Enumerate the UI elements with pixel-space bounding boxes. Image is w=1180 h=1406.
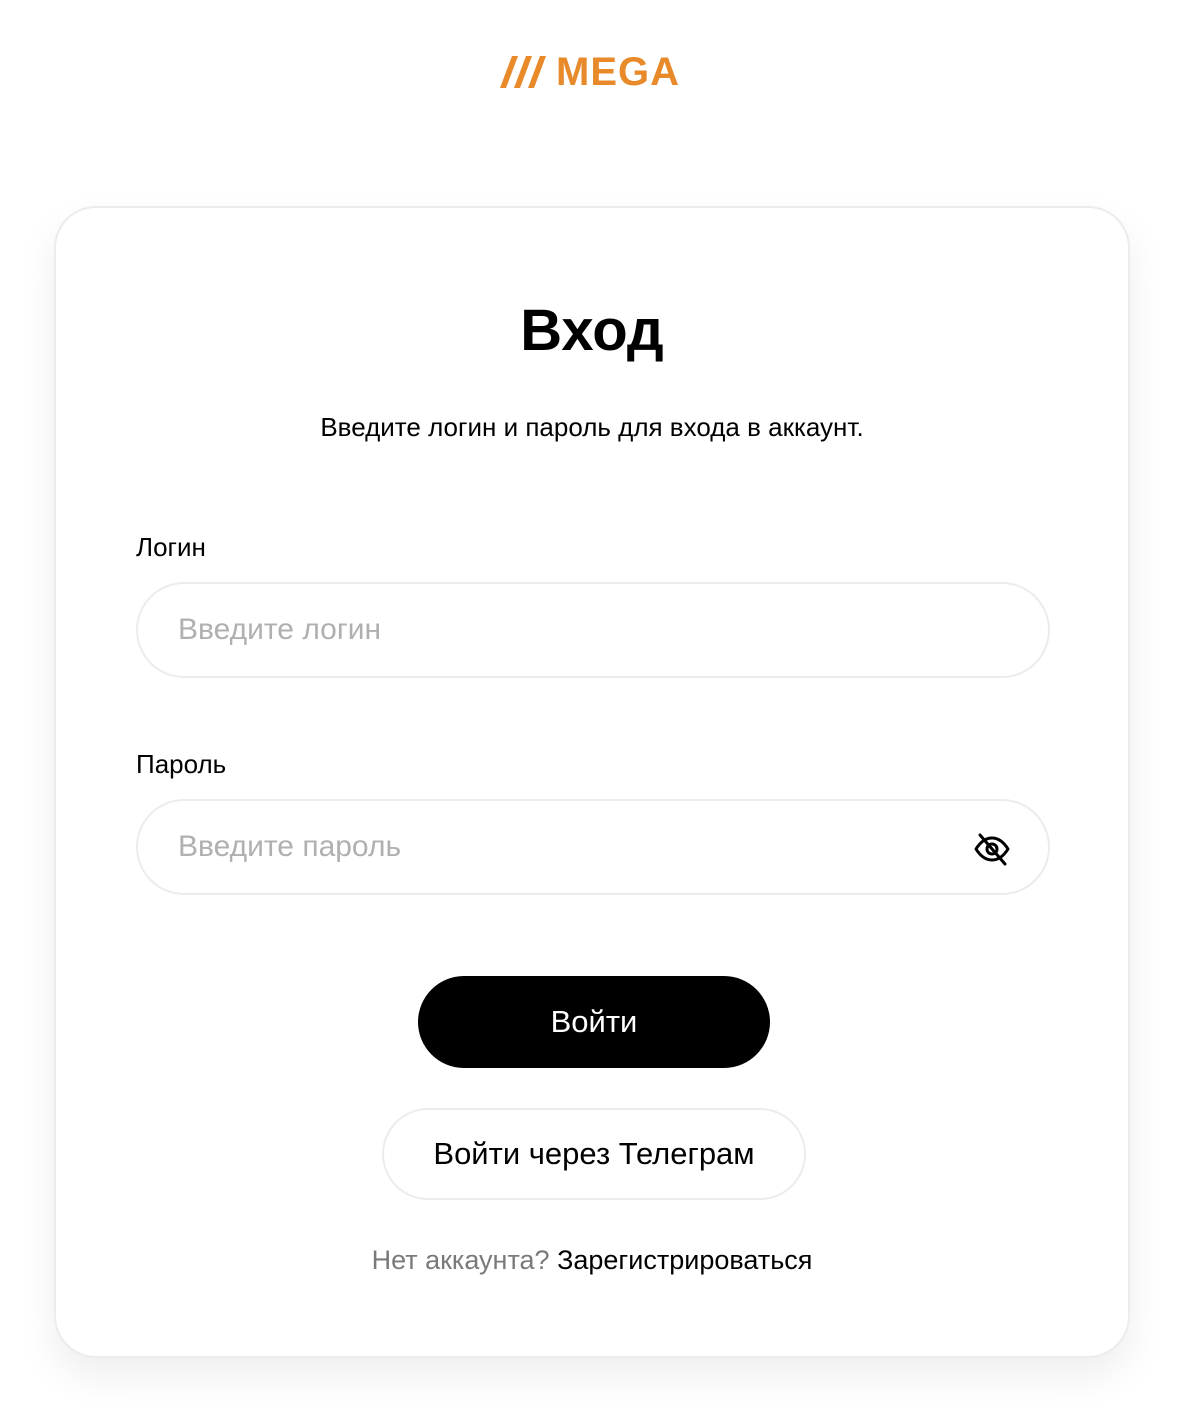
telegram-login-button[interactable]: Войти через Телеграм bbox=[382, 1108, 806, 1200]
eye-off-icon[interactable] bbox=[972, 829, 1012, 869]
brand-logo[interactable]: MEGA bbox=[0, 52, 1180, 92]
signup-prompt: Нет аккаунта? bbox=[371, 1245, 550, 1275]
login-input[interactable] bbox=[178, 584, 958, 676]
page-title: Вход bbox=[520, 298, 664, 363]
password-field-wrapper bbox=[136, 799, 1050, 895]
login-button[interactable]: Войти bbox=[418, 976, 770, 1068]
login-card: Вход Введите логин и пароль для входа в … bbox=[54, 206, 1130, 1358]
signup-link[interactable]: Зарегистрироваться bbox=[557, 1245, 812, 1275]
logo-slashes-icon bbox=[500, 54, 552, 90]
signup-row: Нет аккаунта? Зарегистрироваться bbox=[56, 1242, 1128, 1278]
login-label: Логин bbox=[136, 532, 206, 562]
brand-name: MEGA bbox=[556, 50, 680, 94]
login-field-wrapper bbox=[136, 582, 1050, 678]
login-subtitle: Введите логин и пароль для входа в аккау… bbox=[320, 412, 864, 442]
password-label: Пароль bbox=[136, 749, 227, 779]
password-input[interactable] bbox=[178, 801, 958, 893]
